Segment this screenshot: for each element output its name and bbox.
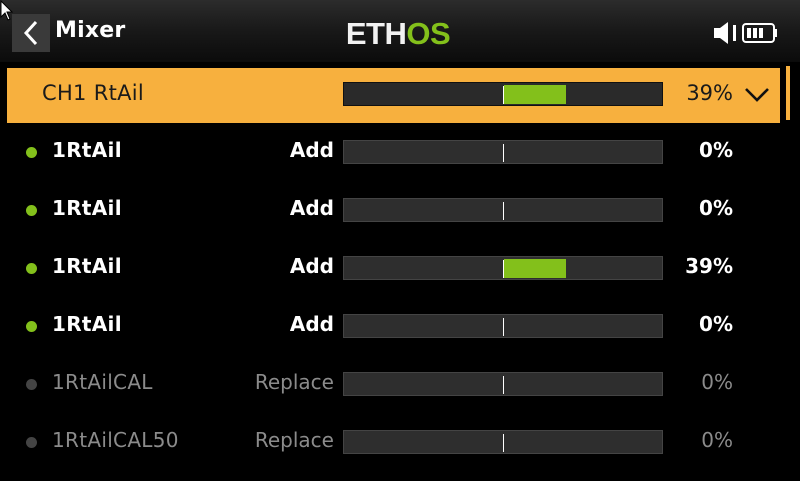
mix-value: 0% (699, 138, 733, 162)
chevron-left-icon (23, 20, 38, 46)
header-bar: Mixer ETHOS (0, 0, 800, 62)
status-dot (26, 379, 37, 390)
mix-name: 1RtAil (52, 138, 122, 162)
status-dot (26, 205, 37, 216)
bar-center-line (503, 144, 504, 162)
mix-mode: Add (289, 196, 334, 220)
mix-row[interactable]: 1RtAil Add 0% (7, 123, 780, 181)
ethos-logo: ETHOS (346, 16, 451, 50)
svg-text:ETHOS: ETHOS (346, 16, 450, 50)
status-dot (26, 321, 37, 332)
mix-row[interactable]: 1RtAil Add 39% (7, 239, 780, 297)
mix-name: 1RtAil (52, 312, 122, 336)
bar-center-line (503, 318, 504, 336)
scrollbar[interactable] (786, 66, 790, 120)
status-dot (26, 437, 37, 448)
bar-center-line (503, 202, 504, 220)
bar-center-line (503, 434, 504, 452)
mix-name: 1RtAilCAL (52, 370, 153, 394)
mix-output-bar (343, 198, 663, 222)
channel-output-bar (343, 82, 663, 106)
mix-row[interactable]: 1RtAil Add 0% (7, 181, 780, 239)
mix-name: 1RtAil (52, 196, 122, 220)
mix-output-bar (343, 372, 663, 396)
back-button[interactable] (12, 14, 50, 52)
mix-mode: Replace (254, 370, 334, 394)
battery-icon (742, 23, 777, 43)
mix-name: 1RtAil (52, 254, 122, 278)
mix-name: 1RtAilCAL50 (52, 428, 179, 452)
mix-value: 0% (701, 370, 733, 394)
mix-mode: Add (289, 254, 334, 278)
channel-value: 39% (686, 81, 733, 105)
chevron-down-icon[interactable] (744, 86, 770, 104)
mix-row[interactable]: 1RtAilCAL Replace 0% (7, 355, 780, 413)
mix-row[interactable]: 1RtAil Add 0% (7, 297, 780, 355)
mix-value: 0% (701, 428, 733, 452)
mix-mode: Add (289, 312, 334, 336)
status-dot (26, 147, 37, 158)
mix-output-bar (343, 256, 663, 280)
bar-fill (504, 85, 566, 104)
mix-mode: Add (289, 138, 334, 162)
mix-output-bar (343, 314, 663, 338)
bar-center-line (503, 376, 504, 394)
status-dot (26, 263, 37, 274)
page-title: Mixer (55, 18, 126, 43)
mix-mode: Replace (254, 428, 334, 452)
mix-row[interactable]: 1RtAilCAL50 Replace 0% (7, 413, 780, 471)
channel-label: CH1 RtAil (42, 81, 145, 105)
mix-value: 0% (699, 196, 733, 220)
mix-value: 39% (685, 254, 733, 278)
mix-value: 0% (699, 312, 733, 336)
mouse-pointer-icon (0, 0, 14, 21)
mix-output-bar (343, 140, 663, 164)
bar-fill (504, 259, 566, 278)
channel-header-row[interactable]: CH1 RtAil 39% (7, 68, 780, 123)
mix-output-bar (343, 430, 663, 454)
volume-icon[interactable] (712, 20, 740, 46)
